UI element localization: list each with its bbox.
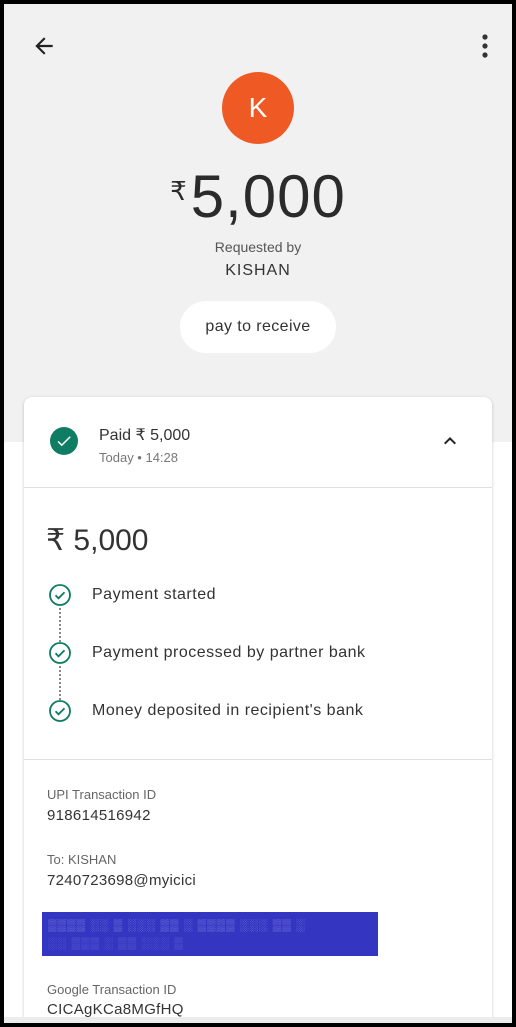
status-time: Today • 14:28 — [99, 450, 178, 465]
redaction-texture: ▒▒▒▒ ░░ ▒ ░░░ ▒▒ ░ ▒▒▒▒ ░░░ ▒▒ ░ — [48, 918, 306, 932]
currency-symbol: ₹ — [170, 176, 187, 206]
amount-value: 5,000 — [190, 163, 346, 230]
redaction-texture: ░░ ▒▒▒ ░ ▒▒ ░░░ ▒ — [48, 936, 184, 950]
check-outline-icon — [49, 700, 71, 722]
google-transaction-id-label: Google Transaction ID — [47, 982, 177, 997]
payment-timeline: Payment started Payment processed by par… — [48, 584, 478, 734]
check-circle-icon — [50, 427, 78, 455]
transaction-card: Paid ₹ 5,000 Today • 14:28 ₹ 5,000 Payme… — [24, 397, 492, 1023]
back-button[interactable] — [26, 28, 62, 64]
google-transaction-id-value: CICAgKCa8MGfHQ — [47, 1001, 184, 1018]
step-label: Money deposited in recipient's bank — [92, 702, 364, 719]
chevron-up-icon[interactable] — [438, 429, 462, 453]
more-vertical-icon — [482, 34, 488, 58]
recipient-label: To: KISHAN — [47, 852, 117, 867]
timeline-step: Payment started — [48, 582, 216, 608]
more-options-button[interactable] — [470, 28, 500, 64]
check-outline-icon — [49, 642, 71, 664]
redacted-block: ▒▒▒▒ ░░ ▒ ░░░ ▒▒ ░ ▒▒▒▒ ░░░ ▒▒ ░ ░░ ▒▒▒ … — [42, 912, 378, 956]
upi-transaction-id-label: UPI Transaction ID — [47, 787, 157, 802]
avatar: K — [222, 72, 294, 144]
check-outline-icon — [49, 584, 71, 606]
status-header[interactable]: Paid ₹ 5,000 Today • 14:28 — [24, 397, 492, 488]
payment-note: pay to receive — [180, 301, 336, 353]
timeline-connector — [59, 608, 61, 642]
timeline-connector — [59, 666, 61, 700]
status-title: Paid ₹ 5,000 — [99, 427, 191, 444]
transaction-screen: K ₹5,000 Requested by KISHAN pay to rece… — [4, 4, 512, 1023]
timeline-step: Money deposited in recipient's bank — [48, 698, 363, 724]
card-amount: ₹ 5,000 — [46, 524, 149, 557]
recipient-upi-id: 7240723698@myicici — [47, 872, 197, 889]
section-divider — [24, 759, 492, 760]
timeline-step: Payment processed by partner bank — [48, 640, 366, 666]
step-label: Payment started — [92, 586, 216, 603]
arrow-left-icon — [35, 37, 53, 55]
requested-by-label: Requested by — [214, 239, 302, 255]
step-label: Payment processed by partner bank — [92, 644, 366, 661]
bottom-edge — [4, 1017, 512, 1023]
upi-transaction-id-value: 918614516942 — [47, 807, 151, 824]
requester-name: KISHAN — [225, 262, 291, 279]
request-amount: ₹5,000 — [4, 162, 512, 231]
